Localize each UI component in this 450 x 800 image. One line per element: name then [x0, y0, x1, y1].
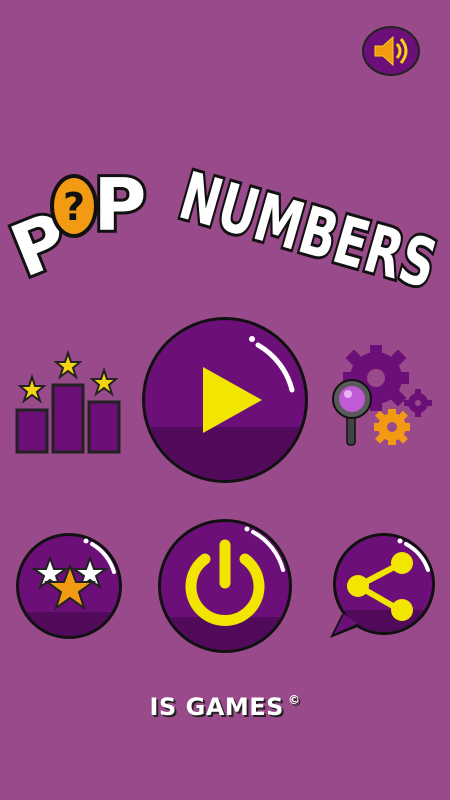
game-title-logo: P P ? NUMBERS [0, 120, 450, 306]
magnifier-icon [332, 379, 372, 446]
publisher-name: IS GAMES [149, 693, 284, 721]
power-icon [158, 519, 292, 653]
title-question-mark: ? [63, 185, 85, 229]
rate-stars-icon [16, 533, 122, 639]
question-bubble-icon: ? [50, 174, 98, 238]
leaderboard-button[interactable] [12, 349, 124, 455]
rate-button[interactable] [14, 530, 124, 642]
leaderboard-podium-icon [15, 349, 121, 454]
settings-gears-icon [332, 345, 432, 446]
play-button[interactable] [140, 315, 310, 485]
sound-button[interactable] [361, 25, 421, 77]
share-button[interactable] [326, 530, 436, 642]
share-icon [330, 533, 435, 638]
settings-button[interactable] [326, 343, 438, 455]
play-icon [142, 317, 308, 483]
exit-button[interactable] [155, 517, 295, 655]
title-letter-p-second: P [94, 163, 147, 247]
copyright-symbol: © [287, 693, 301, 707]
title-word-numbers: NUMBERS [172, 157, 445, 290]
publisher-credit: IS GAMES © [0, 693, 450, 733]
speaker-icon [362, 26, 420, 76]
